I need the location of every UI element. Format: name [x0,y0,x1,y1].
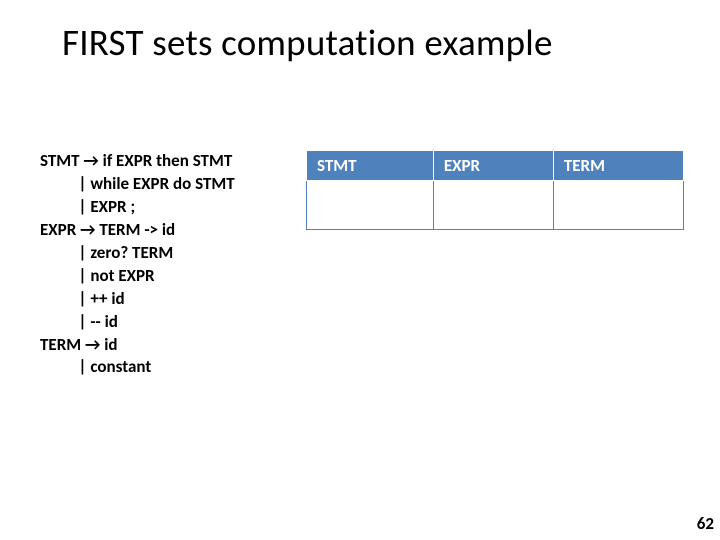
grammar-line: | zero? TERM [40,242,173,263]
table-header-stmt: STMT [307,151,434,181]
page-number: 62 [697,513,714,534]
grammar-line: EXPR → TERM -> id [40,219,175,240]
grammar-line: TERM → id [40,334,118,355]
table-wrap: STMT EXPR TERM [306,150,684,379]
slide-title: FIRST sets computation example [0,0,720,65]
table-header-term: TERM [553,151,683,181]
grammar-line: | ++ id [40,288,125,309]
grammar-line: | not EXPR [40,265,155,286]
table-cell [553,181,683,230]
table-header-expr: EXPR [433,151,553,181]
grammar-line: | while EXPR do STMT [40,173,235,194]
content-area: STMT → if EXPR then STMT | while EXPR do… [40,150,684,379]
slide: FIRST sets computation example STMT → if… [0,0,720,540]
first-sets-table: STMT EXPR TERM [306,150,684,230]
grammar-line: | constant [40,356,151,377]
grammar-line: | EXPR ; [40,196,135,217]
table-cell [307,181,434,230]
table-row [307,181,684,230]
grammar-line: | -- id [40,311,118,332]
grammar-line: STMT → if EXPR then STMT [40,150,232,171]
table-cell [433,181,553,230]
grammar-block: STMT → if EXPR then STMT | while EXPR do… [40,150,290,379]
